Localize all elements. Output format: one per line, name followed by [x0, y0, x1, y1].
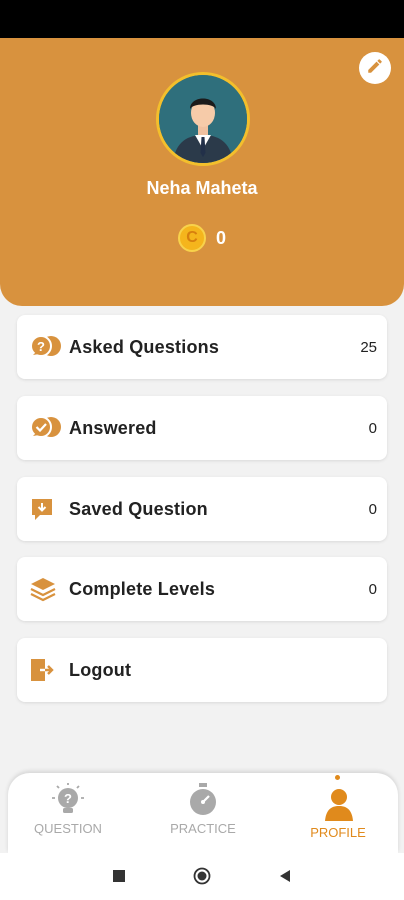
- menu-item-saved-question[interactable]: Saved Question 0: [17, 477, 387, 541]
- home-icon[interactable]: [193, 867, 211, 885]
- menu-count: 0: [368, 419, 377, 437]
- layers-icon: [29, 574, 67, 604]
- chat-question-icon: ?: [29, 332, 67, 362]
- user-name: Neha Maheta: [146, 178, 258, 198]
- svg-text:?: ?: [37, 339, 45, 354]
- nav-tab-practice[interactable]: PRACTICE: [143, 773, 263, 853]
- menu-item-answered[interactable]: Answered 0: [17, 396, 387, 460]
- menu-item-logout[interactable]: Logout: [17, 638, 387, 702]
- person-icon: [324, 787, 354, 826]
- nav-label: PRACTICE: [170, 821, 236, 836]
- menu-label: Logout: [69, 659, 132, 680]
- recent-apps-icon[interactable]: [113, 870, 125, 882]
- menu-label: Saved Question: [69, 498, 208, 519]
- menu-label: Asked Questions: [69, 336, 220, 357]
- pencil-icon: [366, 57, 384, 80]
- coin-icon: C: [177, 224, 206, 252]
- profile-header: Neha Maheta C 0: [0, 38, 404, 306]
- svg-text:?: ?: [64, 791, 72, 806]
- back-icon[interactable]: [278, 869, 292, 883]
- coin-balance: C 0: [0, 224, 404, 252]
- menu-label: Answered: [69, 417, 157, 438]
- nav-tab-question[interactable]: ? QUESTION: [8, 773, 128, 853]
- active-indicator: [335, 775, 340, 780]
- chat-check-icon: [29, 413, 67, 443]
- system-navigation-bar: [0, 853, 404, 900]
- menu-label: Complete Levels: [69, 578, 216, 599]
- edit-profile-button[interactable]: [359, 52, 391, 84]
- logout-icon: [29, 655, 67, 685]
- nav-label: QUESTION: [34, 821, 102, 836]
- menu-count: 25: [360, 338, 377, 356]
- menu-count: 0: [368, 500, 377, 518]
- menu-count: 0: [368, 580, 377, 598]
- stopwatch-icon: [186, 781, 220, 822]
- menu-item-complete-levels[interactable]: Complete Levels 0: [17, 557, 387, 621]
- nav-tab-profile[interactable]: PROFILE: [278, 773, 398, 853]
- avatar: [156, 72, 250, 166]
- menu-item-asked-questions[interactable]: ? Asked Questions 25: [17, 315, 387, 379]
- nav-label: PROFILE: [310, 825, 366, 840]
- status-bar: [0, 0, 404, 38]
- save-download-icon: [29, 494, 67, 524]
- coin-count: 0: [215, 227, 226, 248]
- bulb-question-icon: ?: [51, 783, 85, 822]
- bottom-navigation: ? QUESTION PRACTICE PROFILE: [8, 773, 398, 853]
